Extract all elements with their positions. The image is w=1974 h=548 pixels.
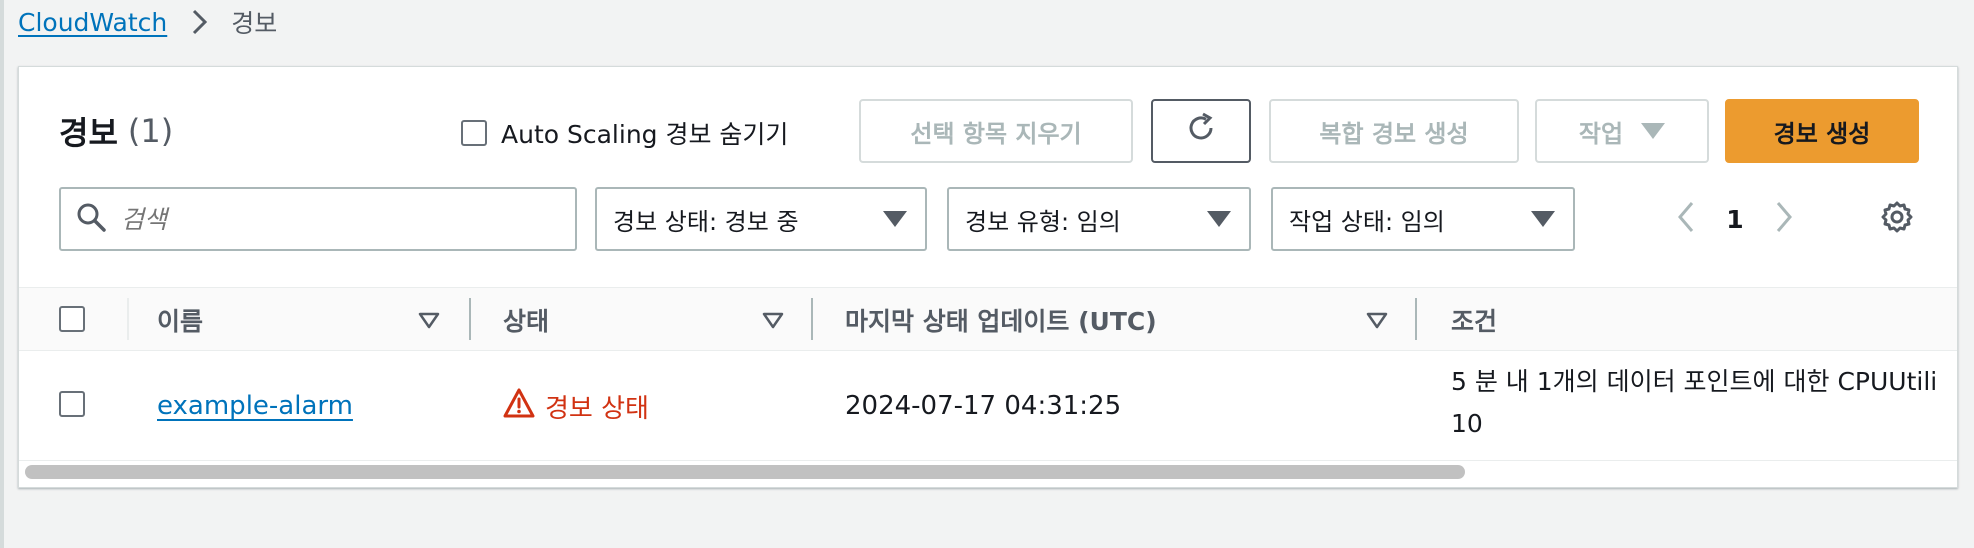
column-header-status[interactable]: 상태 xyxy=(503,288,549,352)
hide-autoscaling-label: Auto Scaling 경보 숨기기 xyxy=(501,120,789,149)
chevron-right-icon[interactable] xyxy=(1773,200,1795,238)
condition-line-1: 5 분 내 1개의 데이터 포인트에 대한 CPUUtili xyxy=(1451,367,1938,396)
hide-autoscaling-toggle[interactable]: Auto Scaling 경보 숨기기 xyxy=(461,113,788,153)
sort-caret-icon[interactable] xyxy=(1365,308,1389,332)
row-checkbox[interactable] xyxy=(59,391,85,417)
cell-condition: 5 분 내 1개의 데이터 포인트에 대한 CPUUtili 10 xyxy=(1451,361,1937,445)
chevron-left-icon[interactable] xyxy=(1675,200,1697,238)
refresh-icon xyxy=(1184,111,1218,151)
column-divider[interactable] xyxy=(811,298,813,340)
cell-name: example-alarm xyxy=(157,351,353,461)
create-alarm-label: 경보 생성 xyxy=(1773,119,1871,148)
search-box[interactable] xyxy=(59,187,577,251)
warning-icon xyxy=(503,388,535,425)
chevron-right-icon xyxy=(183,7,217,37)
table-row[interactable]: example-alarm 경보 상태 2024-07-17 04:31:25 xyxy=(19,351,1957,461)
select-all-checkbox[interactable] xyxy=(59,306,85,332)
column-header-condition-label: 조건 xyxy=(1451,307,1498,336)
alarms-table-panel: 경보 (1) Auto Scaling 경보 숨기기 선택 항목 지우기 복합 … xyxy=(18,66,1958,488)
sort-caret-icon[interactable] xyxy=(417,308,441,332)
column-header-last-update[interactable]: 마지막 상태 업데이트 (UTC) xyxy=(845,288,1157,352)
alarm-type-filter-value: 경보 유형: 임의 xyxy=(965,207,1121,236)
alarm-type-filter[interactable]: 경보 유형: 임의 xyxy=(947,187,1251,251)
refresh-button[interactable] xyxy=(1151,99,1251,163)
create-composite-alarm-label: 복합 경보 생성 xyxy=(1319,119,1469,148)
page-title: 경보 xyxy=(59,114,118,152)
search-icon xyxy=(75,201,107,237)
alarm-status: 경보 상태 xyxy=(503,388,649,425)
table-header: 이름 상태 마지막 상태 업데이트 (UTC) 조건 xyxy=(19,287,1957,351)
panel-header: 경보 (1) xyxy=(59,107,173,155)
actions-label: 작업 xyxy=(1578,119,1624,148)
column-header-name[interactable]: 이름 xyxy=(157,288,203,352)
column-header-name-label: 이름 xyxy=(157,307,204,336)
column-divider[interactable] xyxy=(1415,298,1417,340)
current-page-number[interactable]: 1 xyxy=(1723,205,1747,234)
action-state-filter[interactable]: 작업 상태: 임의 xyxy=(1271,187,1575,251)
alarm-count: (1) xyxy=(127,112,174,150)
caret-down-icon xyxy=(1531,211,1555,227)
breadcrumb: CloudWatch 경보 xyxy=(18,4,277,40)
caret-down-icon xyxy=(883,211,907,227)
column-header-last-update-label: 마지막 상태 업데이트 (UTC) xyxy=(845,307,1157,336)
column-header-condition[interactable]: 조건 xyxy=(1451,288,1497,352)
gear-icon xyxy=(1880,200,1914,238)
action-state-filter-value: 작업 상태: 임의 xyxy=(1289,207,1445,236)
last-update-value: 2024-07-17 04:31:25 xyxy=(845,391,1122,421)
clear-selection-label: 선택 항목 지우기 xyxy=(910,119,1082,148)
column-divider[interactable] xyxy=(469,298,471,340)
alarm-state-filter-value: 경보 상태: 경보 중 xyxy=(613,207,799,236)
alarm-state-filter[interactable]: 경보 상태: 경보 중 xyxy=(595,187,927,251)
cell-status: 경보 상태 xyxy=(503,351,649,461)
condition-line-2: 10 xyxy=(1451,409,1483,438)
breadcrumb-current: 경보 xyxy=(231,9,278,38)
clear-selection-button[interactable]: 선택 항목 지우기 xyxy=(859,99,1133,163)
column-header-status-label: 상태 xyxy=(503,307,550,336)
hide-autoscaling-checkbox[interactable] xyxy=(461,120,487,146)
sort-caret-icon[interactable] xyxy=(761,308,785,332)
cloudwatch-alarms-page: CloudWatch 경보 경보 (1) Auto Scaling 경보 숨기기… xyxy=(0,0,1974,548)
cell-last-update: 2024-07-17 04:31:25 xyxy=(845,351,1121,461)
left-rail xyxy=(0,0,4,548)
column-divider xyxy=(127,298,129,340)
create-composite-alarm-button[interactable]: 복합 경보 생성 xyxy=(1269,99,1519,163)
settings-gear-button[interactable] xyxy=(1871,193,1923,245)
horizontal-scrollbar[interactable] xyxy=(25,465,1465,479)
caret-down-icon xyxy=(1207,211,1231,227)
pagination: 1 xyxy=(1675,191,1795,247)
create-alarm-button[interactable]: 경보 생성 xyxy=(1725,99,1919,163)
caret-down-icon xyxy=(1641,123,1666,139)
alarm-status-label: 경보 상태 xyxy=(545,393,649,424)
search-input[interactable] xyxy=(121,204,541,234)
alarm-name-link[interactable]: example-alarm xyxy=(157,391,353,421)
actions-dropdown-button[interactable]: 작업 xyxy=(1535,99,1709,163)
breadcrumb-cloudwatch-link[interactable]: CloudWatch xyxy=(18,8,167,37)
